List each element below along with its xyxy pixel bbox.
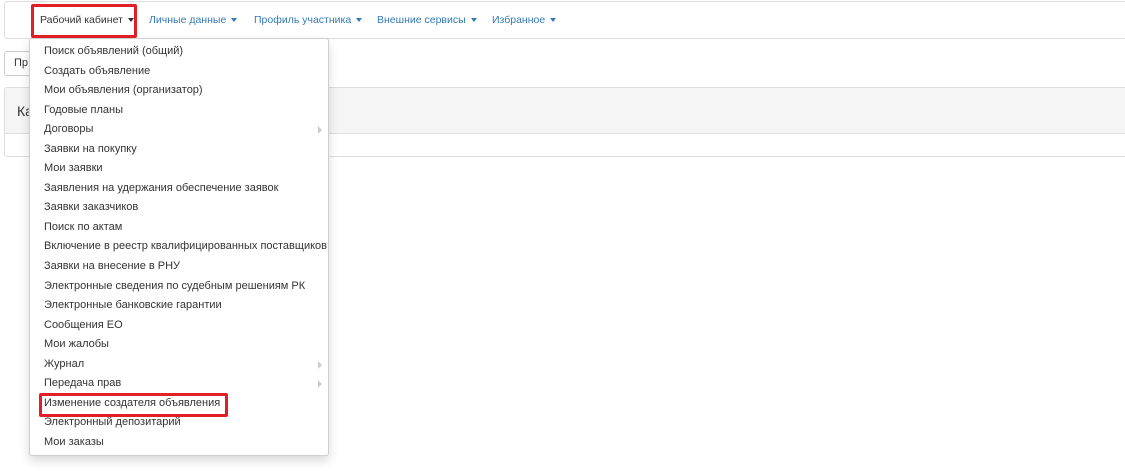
menu-item-qualified-suppliers-registry[interactable]: Включение в реестр квалифицированных пос… (30, 237, 328, 257)
menu-item-security-retention[interactable]: Заявления на удержания обеспечение заяво… (30, 179, 328, 199)
menu-item-label: Годовые планы (44, 103, 124, 116)
menu-item-rights-transfer[interactable]: Передача прав (30, 374, 328, 394)
menu-item-label: Передача прав (44, 377, 122, 390)
menu-item-my-orders[interactable]: Мои заказы (30, 433, 328, 453)
menu-item-journal[interactable]: Журнал (30, 355, 328, 375)
menu-item-label: Сообщения ЕО (44, 318, 123, 331)
caret-down-icon (231, 18, 238, 23)
nav-personal-data-label: Личные данные (149, 14, 227, 26)
menu-item-label: Мои жалобы (44, 338, 109, 351)
menu-item-eo-messages[interactable]: Сообщения ЕО (30, 316, 328, 336)
menu-item-label: Договоры (44, 123, 94, 136)
nav-personal-data[interactable]: Личные данные (149, 2, 238, 38)
caret-down-icon (127, 18, 134, 23)
menu-item-search-acts[interactable]: Поиск по актам (30, 218, 328, 238)
menu-item-electronic-depository[interactable]: Электронный депозитарий (30, 413, 328, 433)
menu-item-label: Создать объявление (44, 64, 151, 77)
menu-item-label: Журнал (44, 357, 85, 370)
nav-work-cabinet-label: Рабочий кабинет (40, 14, 123, 26)
chevron-right-icon (318, 126, 322, 135)
caret-down-icon (550, 18, 557, 23)
menu-item-label: Электронный депозитарий (44, 416, 181, 429)
menu-item-label: Мои заявки (44, 162, 103, 175)
menu-item-label: Заявки заказчиков (44, 201, 139, 214)
menu-item-label: Поиск объявлений (общий) (44, 45, 184, 57)
work-cabinet-dropdown-menu: Поиск объявлений (общий) Создать объявле… (29, 38, 329, 456)
menu-item-rnu-requests[interactable]: Заявки на внесение в РНУ (30, 257, 328, 277)
nav-favorites-label: Избранное (492, 14, 546, 26)
menu-item-label: Электронные банковские гарантии (44, 299, 222, 312)
nav-work-cabinet[interactable]: Рабочий кабинет (40, 2, 134, 38)
menu-item-label: Заявления на удержания обеспечение заяво… (44, 181, 279, 194)
menu-item-label: Электронные сведения по судебным решения… (44, 279, 306, 292)
chevron-right-icon (318, 360, 322, 369)
menu-item-label: Включение в реестр квалифицированных пос… (44, 240, 327, 253)
nav-external-services[interactable]: Внешние сервисы (377, 2, 477, 38)
menu-item-contracts[interactable]: Договоры (30, 120, 328, 140)
menu-item-search-announcements[interactable]: Поиск объявлений (общий) (30, 42, 328, 62)
menu-item-my-applications[interactable]: Мои заявки (30, 159, 328, 179)
menu-item-label: Изменение создателя объявления (44, 396, 221, 409)
menu-item-my-complaints[interactable]: Мои жалобы (30, 335, 328, 355)
chevron-right-icon (318, 380, 322, 389)
top-navbar: Рабочий кабинет Личные данные Профиль уч… (4, 1, 1125, 39)
menu-item-bank-guarantees[interactable]: Электронные банковские гарантии (30, 296, 328, 316)
nav-favorites[interactable]: Избранное (492, 2, 557, 38)
menu-item-label: Мои заказы (44, 435, 104, 448)
menu-item-annual-plans[interactable]: Годовые планы (30, 101, 328, 121)
caret-down-icon (470, 18, 477, 23)
menu-item-court-decisions[interactable]: Электронные сведения по судебным решения… (30, 277, 328, 297)
caret-down-icon (356, 18, 363, 23)
menu-item-my-announcements[interactable]: Мои объявления (организатор) (30, 81, 328, 101)
menu-item-label: Заявки на покупку (44, 142, 137, 155)
menu-item-purchase-requests[interactable]: Заявки на покупку (30, 140, 328, 160)
menu-item-create-announcement[interactable]: Создать объявление (30, 62, 328, 82)
nav-participant-profile[interactable]: Профиль участника (254, 2, 363, 38)
nav-participant-profile-label: Профиль участника (254, 14, 352, 26)
menu-item-label: Мои объявления (организатор) (44, 84, 203, 97)
menu-item-change-announcement-creator[interactable]: Изменение создателя объявления (30, 394, 328, 414)
menu-item-customer-applications[interactable]: Заявки заказчиков (30, 198, 328, 218)
nav-external-services-label: Внешние сервисы (377, 14, 466, 26)
menu-item-label: Поиск по актам (44, 220, 123, 233)
menu-item-label: Заявки на внесение в РНУ (44, 260, 181, 273)
